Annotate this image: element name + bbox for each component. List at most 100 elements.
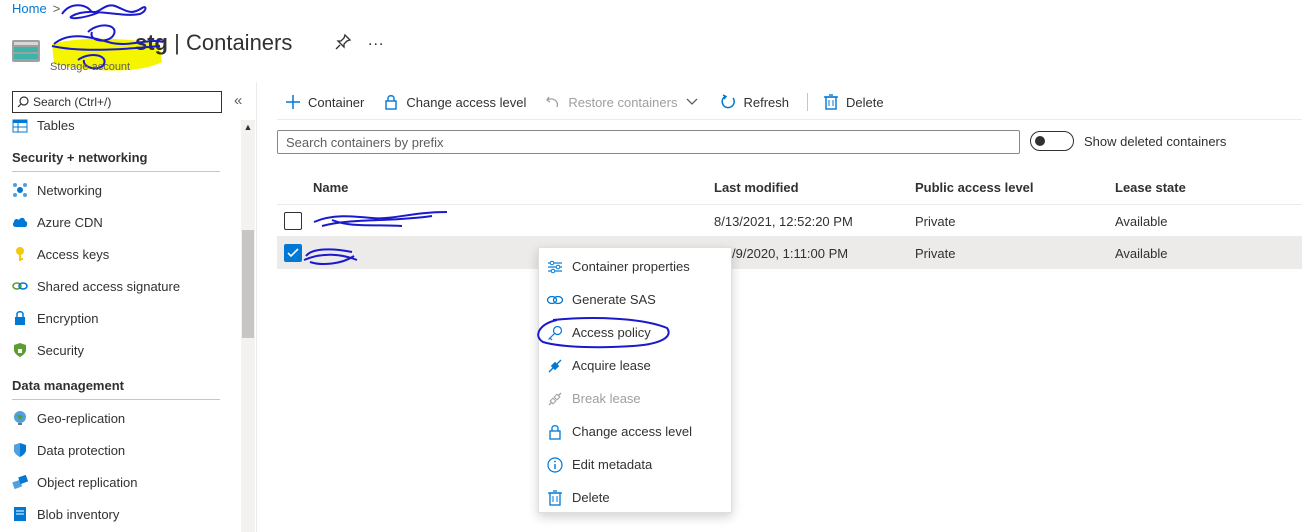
- lease-icon: [546, 357, 564, 375]
- key-icon: [546, 324, 564, 342]
- breadcrumb: Home >: [12, 1, 66, 16]
- nav-item-shared-access-signature[interactable]: Shared access signature: [12, 270, 242, 302]
- search-icon: [17, 96, 29, 108]
- nav-item-encryption[interactable]: Encryption: [12, 302, 242, 334]
- public-access-cell: Private: [915, 246, 956, 261]
- nav-section-data-management: Data management: [12, 366, 220, 400]
- menu-item-label: Generate SAS: [572, 292, 656, 307]
- replication-icon: [12, 474, 28, 490]
- trash-icon: [822, 93, 840, 111]
- breadcrumb-separator: >: [52, 1, 61, 16]
- nav-item-object-replication[interactable]: Object replication: [12, 466, 242, 498]
- left-nav: Tables Security + networking Networking …: [12, 118, 242, 532]
- restore-containers-button[interactable]: Restore containers: [544, 93, 701, 111]
- container-search-input[interactable]: [286, 134, 1006, 150]
- nav-search-input[interactable]: [33, 95, 213, 109]
- storage-account-name: stg: [135, 30, 168, 55]
- nav-item-label: Networking: [37, 182, 103, 198]
- refresh-button[interactable]: Refresh: [719, 93, 789, 111]
- row-checkbox[interactable]: [284, 212, 302, 230]
- last-modified-cell: 8/13/2021, 12:52:20 PM: [714, 214, 853, 229]
- nav-item-tables[interactable]: Tables: [12, 118, 242, 138]
- properties-icon: [546, 258, 564, 276]
- scroll-up-arrow-icon[interactable]: ▲: [241, 122, 255, 132]
- column-header-last-modified[interactable]: Last modified: [714, 180, 799, 195]
- nav-search-box[interactable]: [12, 91, 222, 113]
- shield-icon: [12, 342, 28, 358]
- page-subtitle: Storage account: [50, 61, 131, 73]
- title-divider: |: [174, 30, 180, 55]
- nav-item-networking[interactable]: Networking: [12, 174, 242, 206]
- refresh-icon: [719, 93, 737, 111]
- change-access-level-label: Change access level: [406, 94, 527, 110]
- menu-item-access-policy[interactable]: Access policy: [539, 316, 731, 349]
- menu-item-generate-sas[interactable]: Generate SAS: [539, 283, 731, 316]
- inventory-icon: [12, 506, 28, 522]
- lock-icon: [12, 310, 28, 326]
- refresh-label: Refresh: [743, 94, 789, 110]
- row-checkbox-checked[interactable]: [284, 244, 302, 262]
- nav-section-security: Security + networking: [12, 138, 220, 172]
- nav-item-azure-cdn[interactable]: Azure CDN: [12, 206, 242, 238]
- table-icon: [12, 118, 28, 134]
- lock-icon: [382, 93, 400, 111]
- change-access-level-button[interactable]: Change access level: [382, 93, 526, 111]
- pin-icon[interactable]: [334, 33, 352, 51]
- menu-item-label: Container properties: [572, 259, 690, 274]
- cloud-icon: [12, 214, 28, 230]
- checkmark-icon: [287, 248, 299, 258]
- nav-divider: [256, 82, 257, 532]
- chevron-down-icon: [683, 93, 701, 111]
- info-icon: [546, 456, 564, 474]
- table-row[interactable]: /9/2020, 1:11:00 PM Private Available: [277, 237, 1302, 269]
- delete-label: Delete: [846, 94, 884, 110]
- break-lease-icon: [546, 390, 564, 408]
- toolbar-divider: [277, 119, 1302, 120]
- more-options-icon[interactable]: ...: [368, 32, 384, 50]
- networking-icon: [12, 182, 28, 198]
- shield-icon: [12, 442, 28, 458]
- nav-item-security[interactable]: Security: [12, 334, 242, 366]
- lock-icon: [546, 423, 564, 441]
- redaction-scribble-breadcrumb: [61, 4, 147, 20]
- menu-item-delete[interactable]: Delete: [539, 481, 731, 514]
- toggle-knob: [1035, 136, 1045, 146]
- undo-icon: [544, 93, 562, 111]
- context-menu: Container properties Generate SAS Access…: [538, 247, 732, 513]
- menu-item-break-lease[interactable]: Break lease: [539, 382, 731, 415]
- table-row[interactable]: 8/13/2021, 12:52:20 PM Private Available: [277, 205, 1302, 237]
- nav-item-label: Azure CDN: [37, 214, 103, 230]
- delete-button[interactable]: Delete: [822, 93, 884, 111]
- collapse-nav-icon[interactable]: «: [234, 92, 242, 109]
- nav-item-data-protection[interactable]: Data protection: [12, 434, 242, 466]
- lease-state-cell: Available: [1115, 214, 1168, 229]
- menu-item-label: Edit metadata: [572, 457, 653, 472]
- menu-item-edit-metadata[interactable]: Edit metadata: [539, 448, 731, 481]
- plus-icon: [284, 93, 302, 111]
- add-container-button[interactable]: Container: [284, 93, 364, 111]
- breadcrumb-home-link[interactable]: Home: [12, 1, 47, 16]
- nav-scrollbar[interactable]: ▲: [241, 120, 255, 532]
- scroll-thumb[interactable]: [242, 230, 254, 338]
- menu-item-change-access-level[interactable]: Change access level: [539, 415, 731, 448]
- menu-item-acquire-lease[interactable]: Acquire lease: [539, 349, 731, 382]
- menu-item-container-properties[interactable]: Container properties: [539, 250, 731, 283]
- link-icon: [12, 278, 28, 294]
- column-header-name[interactable]: Name: [313, 180, 348, 195]
- nav-item-access-keys[interactable]: Access keys: [12, 238, 242, 270]
- show-deleted-label: Show deleted containers: [1084, 134, 1227, 149]
- nav-item-label: Access keys: [37, 246, 110, 262]
- restore-containers-label: Restore containers: [568, 94, 678, 110]
- command-bar: Container Change access level Restore co…: [284, 90, 902, 114]
- show-deleted-toggle[interactable]: [1030, 131, 1074, 151]
- column-header-lease-state[interactable]: Lease state: [1115, 180, 1186, 195]
- trash-icon: [546, 489, 564, 507]
- nav-item-geo-replication[interactable]: Geo-replication: [12, 402, 242, 434]
- nav-item-blob-inventory[interactable]: Blob inventory: [12, 498, 242, 530]
- container-search-box[interactable]: [277, 130, 1020, 154]
- menu-item-label: Change access level: [572, 424, 692, 439]
- page-title: stg | Containers: [50, 30, 292, 56]
- toolbar-separator: [807, 93, 808, 111]
- add-container-label: Container: [308, 94, 365, 110]
- column-header-public-access[interactable]: Public access level: [915, 180, 1034, 195]
